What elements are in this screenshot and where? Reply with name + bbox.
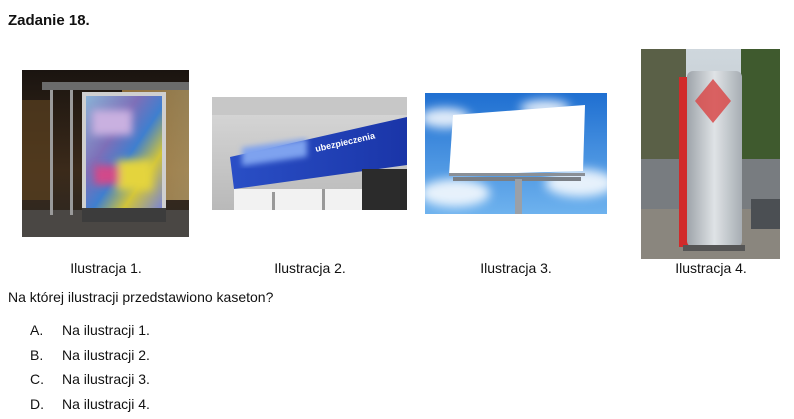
illustration-1-image [22, 70, 189, 237]
question-text: Na której ilustracji przedstawiono kaset… [8, 289, 274, 305]
illustration-3-caption: Ilustracja 3. [480, 260, 552, 276]
illustration-4-caption: Ilustracja 4. [675, 260, 747, 276]
answer-text: Na ilustracji 2. [62, 347, 150, 363]
illustration-2-caption: Ilustracja 2. [274, 260, 346, 276]
answer-text: Na ilustracji 3. [62, 371, 150, 387]
illustration-3-image [425, 93, 607, 214]
answer-text: Na ilustracji 4. [62, 396, 150, 412]
answer-option-c[interactable]: C. Na ilustracji 3. [30, 371, 150, 387]
illustration-1-caption: Ilustracja 1. [70, 260, 142, 276]
answer-letter: C. [30, 371, 44, 387]
illustration-2-image: ubezpieczenia [212, 97, 407, 210]
task-title: Zadanie 18. [8, 12, 90, 29]
answer-letter: D. [30, 396, 44, 412]
answer-letter: B. [30, 347, 44, 363]
illustration-4-image [641, 49, 780, 259]
answer-letter: A. [30, 322, 44, 338]
answer-option-d[interactable]: D. Na ilustracji 4. [30, 396, 150, 412]
answer-option-a[interactable]: A. Na ilustracji 1. [30, 322, 150, 338]
answer-text: Na ilustracji 1. [62, 322, 150, 338]
answer-option-b[interactable]: B. Na ilustracji 2. [30, 347, 150, 363]
